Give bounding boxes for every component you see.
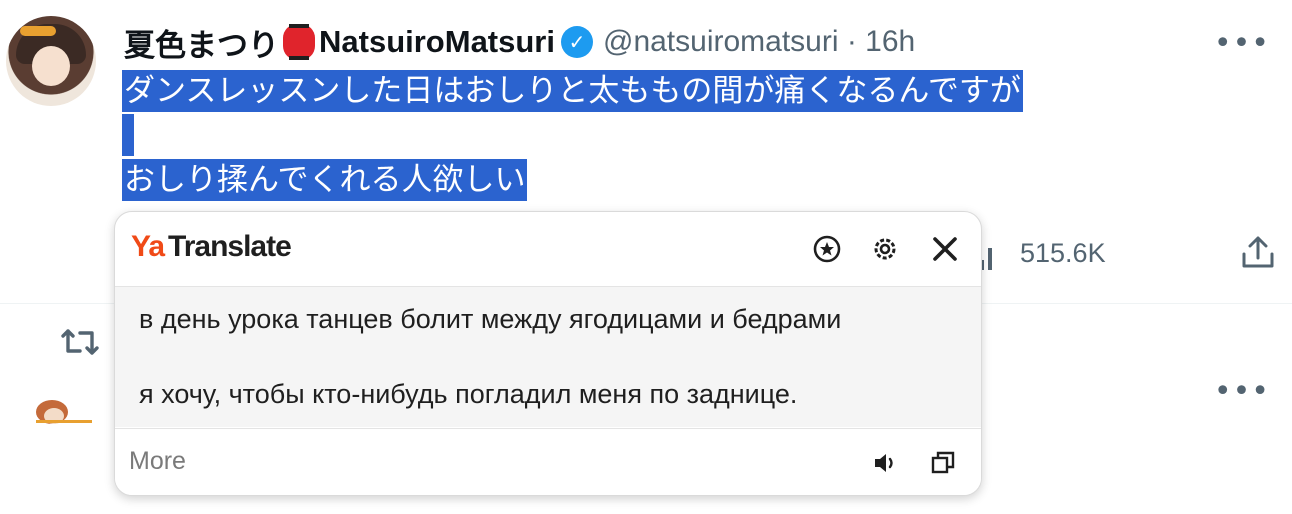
- lantern-emoji-icon: [283, 24, 315, 60]
- ya-translate-logo[interactable]: Ya Translate: [131, 230, 292, 264]
- reply-avatar[interactable]: [32, 392, 94, 430]
- display-name[interactable]: 夏色まつり: [124, 20, 279, 65]
- speaker-icon[interactable]: [871, 449, 899, 477]
- more-icon[interactable]: •••: [1214, 26, 1270, 61]
- tweet-text-line-2: [122, 114, 134, 156]
- tweet-header: 夏色まつり NatsuiroMatsuri ✓ @natsuiromatsuri…: [124, 20, 915, 65]
- copy-icon[interactable]: [929, 449, 957, 477]
- tweet-text-line-1: ダンスレッスンした日はおしりと太ももの間が痛くなるんですが: [122, 70, 1023, 112]
- share-icon[interactable]: [1240, 234, 1276, 270]
- close-icon[interactable]: [930, 234, 960, 264]
- stats-icon[interactable]: [980, 240, 998, 270]
- more-icon[interactable]: •••: [1214, 374, 1270, 409]
- more-link[interactable]: More: [129, 447, 186, 476]
- view-count[interactable]: 515.6K: [1020, 238, 1106, 269]
- logo-translate: Translate: [168, 230, 292, 263]
- retweet-icon: [61, 329, 99, 355]
- avatar-glasses: [20, 26, 56, 36]
- handle-and-time[interactable]: @natsuiromatsuri · 16h: [603, 25, 915, 59]
- tweet-text-line-3: おしり揉んでくれる人欲しい: [122, 159, 528, 201]
- avatar-face: [32, 46, 70, 86]
- translation-line-1: в день урока танцев болит между ягодицам…: [139, 304, 842, 334]
- verified-badge-icon[interactable]: ✓: [560, 26, 593, 58]
- display-name-suffix[interactable]: NatsuiroMatsuri: [319, 24, 555, 60]
- bookmark-star-icon[interactable]: [812, 234, 842, 264]
- logo-ya: Ya: [131, 230, 165, 263]
- translate-popup: Ya Translate в день урока танцев болит ме…: [114, 211, 982, 496]
- avatar[interactable]: [6, 16, 96, 106]
- gear-icon[interactable]: [870, 234, 900, 264]
- popup-header: Ya Translate: [115, 212, 981, 287]
- translation-line-2: я хочу, чтобы кто-нибудь погладил меня п…: [139, 379, 798, 409]
- popup-footer: More: [115, 428, 981, 495]
- translation-body: в день урока танцев болит между ягодицам…: [115, 287, 981, 427]
